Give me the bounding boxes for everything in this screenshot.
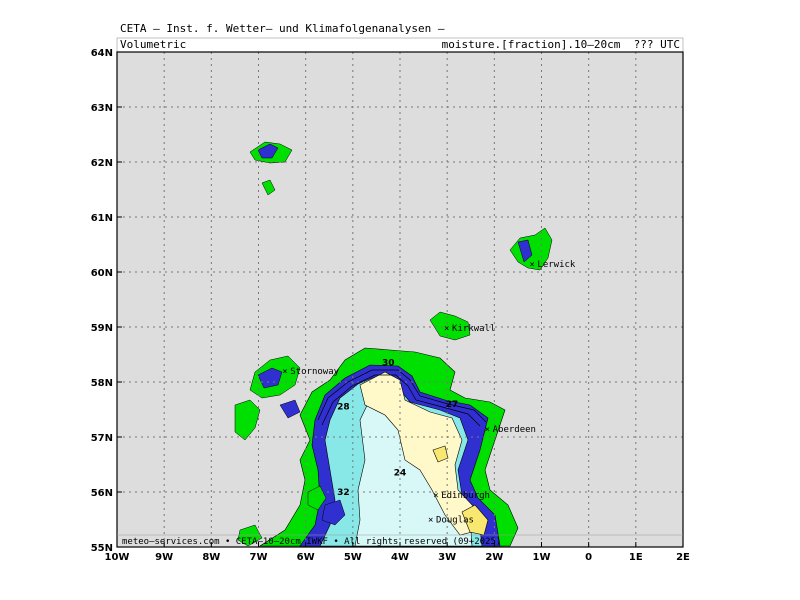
- y-tick-label: 62N: [91, 158, 113, 169]
- city-label: Edinburgh: [441, 491, 490, 501]
- y-tick-label: 59N: [91, 323, 113, 334]
- x-tick-label: 2W: [485, 552, 503, 563]
- city-label: Douglas: [436, 516, 474, 526]
- contour-label: 28: [337, 403, 350, 413]
- y-tick-label: 63N: [91, 103, 113, 114]
- x-tick-label: 3W: [438, 552, 456, 563]
- x-tick-label: 7W: [250, 552, 268, 563]
- contour-label: 24: [394, 469, 407, 479]
- y-tick-label: 57N: [91, 433, 113, 444]
- city-marker: ×: [433, 491, 438, 501]
- x-tick-label: 0: [585, 552, 592, 563]
- copyright-footer: meteo—services.com • CETA—10—20cm IWKF •…: [122, 537, 501, 547]
- city-marker: ×: [529, 260, 534, 270]
- x-tick-label: 9W: [155, 552, 173, 563]
- city-label: Aberdeen: [493, 425, 536, 435]
- x-tick-label: 1W: [533, 552, 551, 563]
- city-label: Lerwick: [537, 260, 576, 270]
- moisture-map: 10W 9W 8W 7W 6W 5W 4W 3W 2W 1W 0 1E 2E 55N56N57N58N5…: [91, 37, 690, 563]
- x-tick-label: 4W: [391, 552, 409, 563]
- city-marker: ×: [485, 425, 490, 435]
- city-label: Kirkwall: [452, 324, 495, 334]
- header-box: [116, 37, 684, 53]
- x-tick-label: 6W: [297, 552, 315, 563]
- x-tick-label: 1E: [629, 552, 643, 563]
- y-tick-label: 56N: [91, 488, 113, 499]
- city-marker: ×: [282, 367, 287, 377]
- y-tick-label: 58N: [91, 378, 113, 389]
- y-tick-label: 61N: [91, 213, 113, 224]
- contour-label: 27: [446, 400, 459, 410]
- contour-label: 32: [337, 488, 350, 498]
- y-tick-label: 60N: [91, 268, 113, 279]
- x-tick-label: 2E: [676, 552, 690, 563]
- y-tick-label: 64N: [91, 48, 113, 59]
- x-tick-label: 5W: [344, 552, 362, 563]
- city-label: Stornoway: [290, 367, 339, 377]
- x-tick-label: 8W: [202, 552, 220, 563]
- contour-label: 30: [382, 359, 395, 369]
- city-marker: ×: [444, 324, 449, 334]
- city-marker: ×: [428, 516, 433, 526]
- y-tick-label: 55N: [91, 543, 113, 554]
